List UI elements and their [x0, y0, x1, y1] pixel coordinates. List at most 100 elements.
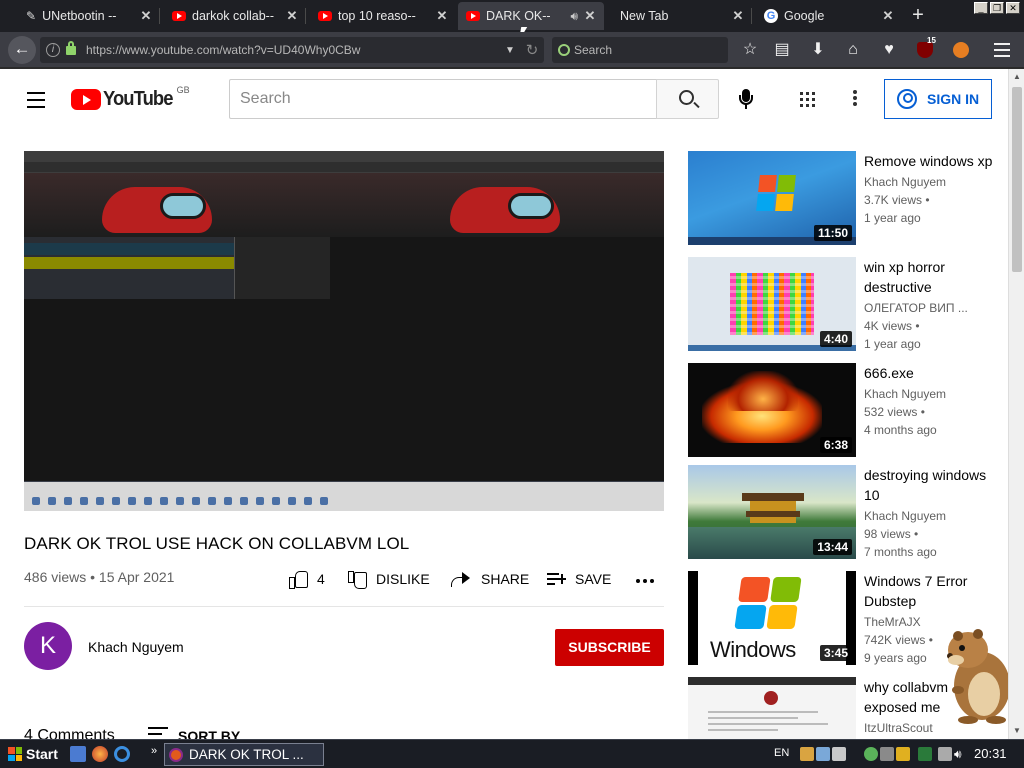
- youtube-logo[interactable]: YouTube GB: [71, 85, 190, 110]
- taskbar-window-button[interactable]: DARK OK TROL ...: [164, 743, 324, 766]
- apps-grid-icon[interactable]: [800, 92, 815, 107]
- video-thumbnail[interactable]: 4:40: [688, 257, 856, 351]
- video-title: DARK OK TROL USE HACK ON COLLABVM LOL: [24, 534, 410, 553]
- divider: [24, 606, 664, 607]
- close-window-icon[interactable]: ✕: [1006, 2, 1020, 14]
- minimize-icon[interactable]: _: [974, 2, 988, 14]
- close-tab-icon[interactable]: ✕: [880, 8, 896, 24]
- save-playlist-icon: [547, 572, 566, 586]
- settings-more-icon[interactable]: [853, 90, 857, 108]
- rec-title[interactable]: destroying windows 10: [864, 465, 994, 505]
- guide-menu-icon[interactable]: [27, 92, 45, 113]
- dropdown-arrow-icon[interactable]: ▼: [500, 45, 520, 56]
- like-button[interactable]: 4: [289, 571, 325, 589]
- tab-darkok-collab[interactable]: darkok collab-- ✕: [164, 2, 306, 30]
- info-icon[interactable]: i: [46, 43, 60, 57]
- recommendation-item[interactable]: 13:44 destroying windows 10 Khach Nguyem…: [688, 465, 1008, 559]
- download-arrow-icon[interactable]: ⬇: [808, 40, 828, 60]
- microphone-icon[interactable]: [738, 87, 754, 111]
- tray-app-icon[interactable]: [832, 747, 846, 761]
- start-button[interactable]: Start: [2, 743, 64, 765]
- tray-app-icon[interactable]: [816, 747, 830, 761]
- sign-in-button[interactable]: SIGN IN: [884, 79, 992, 119]
- rec-title[interactable]: 666.exe: [864, 363, 994, 383]
- home-icon[interactable]: ⌂: [843, 40, 863, 60]
- save-button[interactable]: SAVE: [547, 571, 611, 587]
- scroll-down-arrow-icon[interactable]: ▼: [1009, 723, 1024, 739]
- browser-search-field[interactable]: Search: [552, 37, 728, 63]
- bookmark-star-icon[interactable]: ☆: [740, 40, 760, 60]
- rec-channel: Khach Nguyem: [864, 509, 947, 523]
- tray-app-icon[interactable]: [800, 747, 814, 761]
- back-arrow-icon[interactable]: ←: [8, 36, 36, 64]
- sort-label: SORT BY: [178, 728, 241, 739]
- video-thumbnail[interactable]: 6:38: [688, 363, 856, 457]
- tab-dark-ok-active[interactable]: DARK OK-- 🔊︎ ✕: [458, 2, 604, 30]
- tab-top-10-reasons[interactable]: top 10 reaso-- ✕: [310, 2, 456, 30]
- close-tab-icon[interactable]: ✕: [582, 8, 598, 24]
- channel-name[interactable]: Khach Nguyem: [88, 639, 184, 655]
- reading-list-icon[interactable]: ▤: [772, 40, 792, 60]
- network-icon[interactable]: [938, 747, 952, 761]
- tab-google[interactable]: G Google ✕: [756, 2, 902, 30]
- clock[interactable]: 20:31: [974, 746, 1007, 761]
- recommendation-item[interactable]: 11:50 Remove windows xp Khach Nguyem 3.7…: [688, 151, 1008, 245]
- subscribe-button[interactable]: SUBSCRIBE: [555, 629, 664, 666]
- browser-tab-strip: ✎ UNetbootin -- ✕ darkok collab-- ✕ top …: [0, 0, 1024, 32]
- sort-by-button[interactable]: SORT BY: [148, 727, 240, 739]
- pocket-icon[interactable]: ♥: [879, 40, 899, 60]
- firefox-icon[interactable]: [92, 746, 108, 762]
- video-thumbnail[interactable]: [688, 677, 856, 739]
- windows-flag-icon: [8, 747, 22, 761]
- more-actions-button[interactable]: [636, 579, 654, 583]
- tray-app-icon[interactable]: [918, 747, 932, 761]
- rec-title[interactable]: win xp horror destructive: [864, 257, 994, 297]
- address-bar[interactable]: i https://www.youtube.com/watch?v=UD40Wh…: [40, 37, 544, 63]
- video-thumbnail[interactable]: 11:50: [688, 151, 856, 245]
- share-button[interactable]: SHARE: [451, 571, 529, 587]
- tray-user-icon[interactable]: [864, 747, 878, 761]
- youtube-search-button[interactable]: [656, 79, 719, 119]
- hamster-desktop-pet-icon[interactable]: [938, 620, 1018, 724]
- ublock-badge: 15: [927, 36, 936, 45]
- speaker-icon[interactable]: 🔊︎: [570, 9, 578, 24]
- video-player[interactable]: [24, 151, 664, 511]
- browser-menu-icon[interactable]: [994, 43, 1010, 61]
- page-scrollbar[interactable]: ▲ ▼: [1008, 69, 1024, 739]
- language-indicator[interactable]: EN: [774, 747, 789, 759]
- new-tab-button[interactable]: +: [904, 4, 932, 28]
- video-thumbnail[interactable]: 13:44: [688, 465, 856, 559]
- youtube-page: YouTube GB Search SIGN IN DARK OK TROL U…: [0, 69, 1008, 739]
- channel-avatar[interactable]: K: [24, 622, 72, 670]
- close-tab-icon[interactable]: ✕: [730, 8, 746, 24]
- duration-badge: 6:38: [819, 437, 852, 453]
- video-thumbnail[interactable]: Windows 3:45: [688, 571, 856, 665]
- rec-title[interactable]: Remove windows xp: [864, 151, 994, 171]
- rec-title[interactable]: Windows 7 Error Dubstep: [864, 571, 994, 611]
- scrollbar-thumb[interactable]: [1012, 87, 1022, 272]
- tab-new-tab[interactable]: New Tab ✕: [606, 2, 752, 30]
- internet-explorer-icon[interactable]: [114, 746, 130, 762]
- close-tab-icon[interactable]: ✕: [138, 8, 154, 24]
- youtube-search-input[interactable]: Search: [229, 79, 656, 119]
- scroll-up-arrow-icon[interactable]: ▲: [1009, 69, 1024, 85]
- dislike-button[interactable]: DISLIKE: [348, 571, 430, 589]
- youtube-wordmark: YouTube: [103, 87, 173, 110]
- tray-app-icon[interactable]: [896, 747, 910, 761]
- url-text[interactable]: https://www.youtube.com/watch?v=UD40Why0…: [86, 43, 500, 57]
- volume-icon[interactable]: 🔊︎: [954, 747, 968, 761]
- show-desktop-icon[interactable]: [70, 746, 86, 762]
- sign-in-label: SIGN IN: [927, 91, 980, 107]
- lock-icon[interactable]: [66, 40, 76, 55]
- close-tab-icon[interactable]: ✕: [284, 8, 300, 24]
- tab-unetbootin[interactable]: ✎ UNetbootin -- ✕: [18, 2, 160, 30]
- tray-app-icon[interactable]: [880, 747, 894, 761]
- reload-icon[interactable]: ↻: [520, 41, 544, 59]
- rec-channel: Khach Nguyem: [864, 387, 947, 401]
- quick-launch-expand-icon[interactable]: »: [151, 745, 157, 757]
- restore-icon[interactable]: ❐: [990, 2, 1004, 14]
- close-tab-icon[interactable]: ✕: [434, 8, 450, 24]
- extension-icon[interactable]: [953, 42, 969, 58]
- recommendation-item[interactable]: 6:38 666.exe Khach Nguyem 532 views • 4 …: [688, 363, 1008, 457]
- recommendation-item[interactable]: 4:40 win xp horror destructive ОЛЕГАТОР …: [688, 257, 1008, 351]
